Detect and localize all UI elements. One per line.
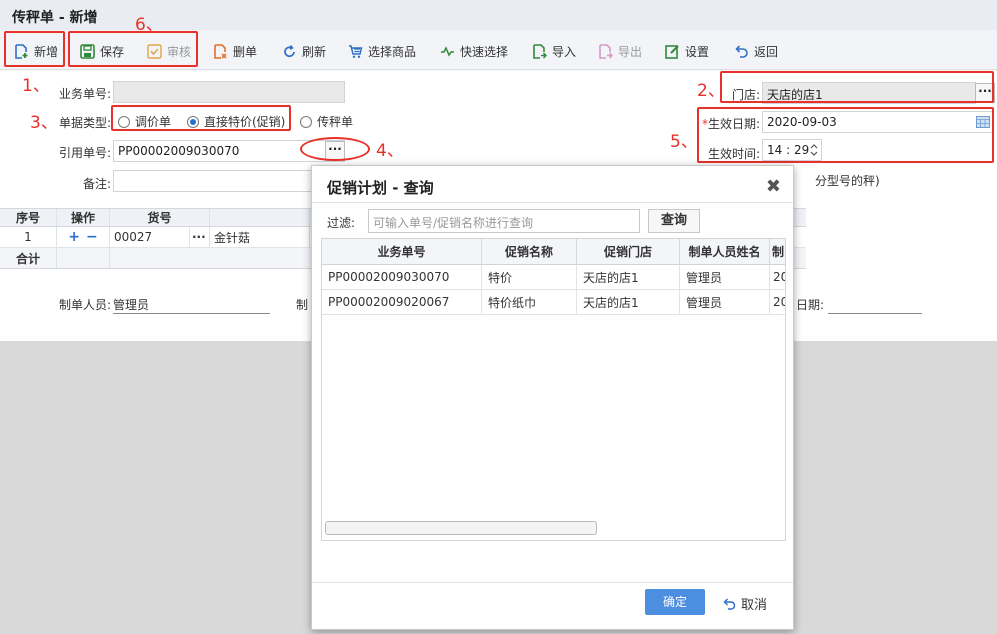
- row-more: 20: [770, 265, 785, 289]
- annotation-number-3: 3、: [30, 113, 58, 133]
- refresh-button-label: 刷新: [302, 44, 327, 59]
- row-goods-name: 金针菇: [210, 227, 310, 247]
- filter-input[interactable]: 可输入单号/促销名称进行查询: [368, 209, 640, 233]
- radio-transfer-scale-circle[interactable]: [300, 115, 312, 128]
- hint-fragment: 分型号的秤): [815, 174, 880, 188]
- cancel-button-label: 取消: [741, 598, 768, 613]
- sum-label: 合计: [0, 248, 57, 268]
- row-promo-store: 天店的店1: [577, 290, 680, 314]
- export-button-label: 导出: [618, 44, 643, 59]
- delete-doc-button-label: 删单: [233, 44, 258, 59]
- sum-cell: [57, 248, 110, 268]
- annotation-number-4: 4、: [376, 141, 404, 161]
- annotation-number-5: 5、: [670, 132, 698, 152]
- promotion-table: 业务单号 促销名称 促销门店 制单人员姓名 制 PP00002009030070…: [321, 238, 786, 541]
- refresh-icon: [282, 44, 297, 59]
- col-doc-no: 业务单号: [322, 239, 482, 265]
- edit-settings-icon: [665, 44, 680, 59]
- maker-value: 管理员: [113, 298, 150, 312]
- col-action: 操作: [57, 209, 110, 226]
- import-button-label: 导入: [552, 44, 577, 59]
- confirm-button[interactable]: 确定: [645, 589, 705, 615]
- promotion-query-dialog: 促销计划 - 查询 ✖ 过滤: 可输入单号/促销名称进行查询 查询 业务单号 促…: [311, 165, 794, 630]
- import-icon: [532, 43, 548, 59]
- dialog-footer-divider: [312, 582, 793, 583]
- select-goods-button[interactable]: 选择商品: [348, 42, 416, 60]
- table-row[interactable]: PP00002009020067 特价纸巾 天店的店1 管理员 20: [322, 290, 785, 315]
- dialog-title: 促销计划 - 查询: [327, 179, 434, 197]
- row-doc-no: PP00002009020067: [322, 290, 482, 314]
- row-promo-store: 天店的店1: [577, 265, 680, 289]
- remark-input[interactable]: [113, 170, 313, 192]
- close-icon[interactable]: ✖: [766, 176, 781, 197]
- row-doc-no: PP00002009030070: [322, 265, 482, 289]
- back-arrow-icon: [734, 44, 749, 59]
- annotation-box-6: [68, 31, 198, 67]
- table-row[interactable]: PP00002009030070 特价 天店的店1 管理员 20: [322, 265, 785, 290]
- annotation-ellipse-4: [300, 137, 370, 161]
- row-goods-picker[interactable]: ···: [190, 227, 210, 247]
- row-actions: + −: [57, 227, 110, 247]
- quick-select-button[interactable]: 快速选择: [440, 42, 508, 60]
- date-underline: [828, 313, 922, 314]
- col-promo-name: 促销名称: [482, 239, 577, 265]
- cart-icon: [348, 44, 363, 59]
- row-maker-name: 管理员: [680, 290, 770, 314]
- page-title: 传秤单 - 新增: [12, 10, 98, 26]
- annotation-number-2: 2、: [697, 81, 725, 101]
- row-maker-name: 管理员: [680, 265, 770, 289]
- quick-select-button-label: 快速选择: [460, 44, 509, 59]
- row-goods-no[interactable]: 00027: [110, 227, 190, 247]
- back-button-label: 返回: [754, 44, 779, 59]
- maker2-label: 制: [296, 298, 309, 312]
- annotation-box-2: [720, 71, 994, 103]
- maker-label: 制单人员:: [58, 298, 111, 312]
- export-icon: [598, 43, 614, 59]
- delete-doc-icon: [213, 43, 228, 59]
- pulse-icon: [440, 44, 455, 59]
- col-promo-store: 促销门店: [577, 239, 680, 265]
- cancel-button[interactable]: 取消: [722, 594, 767, 613]
- add-row-icon[interactable]: +: [68, 229, 80, 245]
- refresh-button[interactable]: 刷新: [282, 42, 326, 60]
- date-label: 日期:: [796, 298, 825, 312]
- radio-transfer-scale[interactable]: 传秤单: [300, 113, 353, 130]
- settings-button-label: 设置: [685, 44, 710, 59]
- annotation-number-1: 1、: [22, 76, 50, 96]
- select-goods-button-label: 选择商品: [368, 44, 417, 59]
- col-goods-no: 货号: [110, 209, 210, 226]
- search-button[interactable]: 查询: [648, 209, 700, 233]
- annotation-number-6: 6、: [135, 15, 163, 35]
- doc-no-label: 业务单号:: [58, 87, 111, 101]
- row-promo-name: 特价纸巾: [482, 290, 577, 314]
- remove-row-icon[interactable]: −: [86, 229, 98, 245]
- row-promo-name: 特价: [482, 265, 577, 289]
- doc-no-input[interactable]: [113, 81, 345, 103]
- ref-no-label: 引用单号:: [58, 146, 111, 160]
- maker-underline: [113, 313, 270, 314]
- col-extra: [210, 209, 310, 226]
- annotation-box-3: [111, 105, 291, 131]
- col-more: 制: [770, 239, 785, 265]
- annotation-box-1: [4, 31, 65, 67]
- col-maker-name: 制单人员姓名: [680, 239, 770, 265]
- radio-transfer-scale-label: 传秤单: [317, 115, 354, 129]
- import-button[interactable]: 导入: [532, 42, 576, 60]
- cancel-arrow-icon: [722, 597, 736, 610]
- annotation-box-5: [697, 107, 994, 163]
- dialog-divider: [312, 202, 793, 203]
- doc-type-label: 单据类型:: [58, 116, 111, 130]
- delete-doc-button[interactable]: 删单: [213, 42, 257, 60]
- back-button[interactable]: 返回: [734, 42, 778, 60]
- col-seq: 序号: [0, 209, 57, 226]
- export-button[interactable]: 导出: [598, 42, 642, 60]
- settings-button[interactable]: 设置: [665, 42, 709, 60]
- row-more: 20: [770, 290, 785, 314]
- row-seq: 1: [0, 227, 57, 247]
- remark-label: 备注:: [82, 177, 111, 191]
- filter-label: 过滤:: [327, 216, 356, 230]
- horizontal-scrollbar[interactable]: [325, 521, 597, 535]
